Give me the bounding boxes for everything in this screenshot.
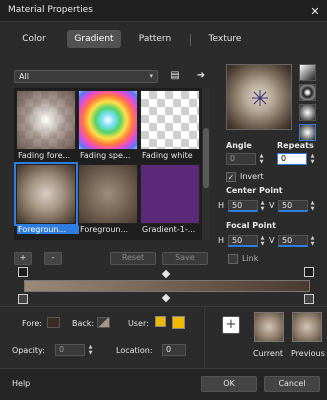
invert-label: Invert xyxy=(240,172,264,181)
user-color-swatch-2[interactable] xyxy=(172,316,185,329)
previous-swatch[interactable] xyxy=(292,312,322,342)
focal-point-label: Focal Point xyxy=(226,221,276,230)
user-label: User: xyxy=(128,319,149,328)
swatch-foreground-background[interactable]: Foregroun... xyxy=(14,162,79,234)
center-crosshair-icon[interactable] xyxy=(227,65,293,131)
center-v-label: V xyxy=(269,201,275,210)
swatch-gradient-1[interactable]: Gradient-1-... xyxy=(140,164,200,234)
center-h-label: H xyxy=(218,201,225,210)
swatch-label: Foregroun... xyxy=(80,225,129,234)
cancel-button[interactable]: Cancel xyxy=(264,376,320,392)
previous-label: Previous xyxy=(291,349,325,358)
focal-v-input[interactable]: 50 xyxy=(278,235,308,247)
scrollbar-thumb[interactable] xyxy=(203,128,209,188)
linear-style-button[interactable] xyxy=(299,64,316,81)
category-dropdown[interactable]: All ▾ xyxy=(14,70,158,83)
opacity-input[interactable]: 0 xyxy=(55,344,85,356)
tab-gradient[interactable]: Gradient xyxy=(67,30,121,48)
back-color-swatch[interactable] xyxy=(97,317,110,328)
category-value: All xyxy=(19,72,29,81)
repeats-input[interactable]: 0 xyxy=(277,153,307,165)
tab-color[interactable]: Color xyxy=(8,30,60,48)
gradient-stop-bottom-left[interactable] xyxy=(18,294,28,304)
title-bar: Material Properties ✕ xyxy=(0,0,327,22)
location-input[interactable]: 0 xyxy=(162,344,186,356)
gradient-bar[interactable] xyxy=(24,280,310,292)
current-label: Current xyxy=(253,349,284,358)
swatch-fading-white[interactable]: Fading white xyxy=(140,90,200,160)
tab-divider xyxy=(190,34,191,46)
opacity-label: Opacity: xyxy=(12,346,45,355)
ok-button[interactable]: OK xyxy=(201,376,257,392)
location-label: Location: xyxy=(116,346,153,355)
add-swatch-button[interactable]: + xyxy=(14,252,32,265)
help-link[interactable]: Help xyxy=(12,379,30,388)
add-current-button[interactable]: + xyxy=(222,316,240,334)
swatch-label: Fading white xyxy=(142,151,193,160)
fore-label: Fore: xyxy=(22,319,42,328)
tab-pattern[interactable]: Pattern xyxy=(128,30,182,48)
save-button[interactable]: Save xyxy=(162,252,208,265)
swatch-section-divider xyxy=(204,306,205,368)
gradient-stop-top-left[interactable] xyxy=(18,267,28,277)
gradient-swatch-grid: Fading fore... Fading spe... Fading whit… xyxy=(14,88,202,240)
chevron-down-icon: ▾ xyxy=(149,72,153,80)
focal-h-input[interactable]: 50 xyxy=(228,235,258,247)
link-label: Link xyxy=(242,254,259,263)
gradient-stop-bottom-right[interactable] xyxy=(304,294,314,304)
dialog-footer: Help OK Cancel xyxy=(0,368,327,400)
center-h-input[interactable]: 50 xyxy=(228,200,258,212)
swatch-label: Gradient-1-... xyxy=(142,225,196,234)
rectangular-style-button[interactable] xyxy=(299,84,316,101)
gradient-midpoint-top[interactable] xyxy=(161,269,171,279)
focal-v-stepper[interactable]: ▲ ▼ xyxy=(308,235,317,247)
angle-stepper[interactable]: ▲ ▼ xyxy=(257,153,266,165)
repeats-stepper[interactable]: ▲ ▼ xyxy=(308,153,317,165)
focal-v-label: V xyxy=(269,236,275,245)
tab-texture[interactable]: Texture xyxy=(198,30,252,48)
swatch-label: Foregroun... xyxy=(17,225,79,234)
invert-checkbox[interactable]: ✓ xyxy=(226,172,236,182)
center-v-stepper[interactable]: ▲ ▼ xyxy=(308,200,317,212)
folder-icon[interactable]: ▤ xyxy=(168,69,182,82)
back-label: Back: xyxy=(72,319,95,328)
close-icon[interactable]: ✕ xyxy=(303,0,327,22)
swatch-label: Fading fore... xyxy=(18,151,71,160)
swatch-label: Fading spe... xyxy=(80,151,131,160)
focal-h-label: H xyxy=(218,236,225,245)
gradient-midpoint-bottom[interactable] xyxy=(161,293,171,303)
reset-button[interactable]: Reset xyxy=(110,252,156,265)
gradient-preview xyxy=(226,64,292,130)
link-checkbox[interactable] xyxy=(228,254,238,264)
remove-swatch-button[interactable]: - xyxy=(44,252,62,265)
user-color-swatch-1[interactable] xyxy=(155,316,166,327)
gradient-stop-top-right[interactable] xyxy=(304,267,314,277)
arrow-right-icon[interactable]: ➜ xyxy=(194,69,208,82)
radial-style-button[interactable] xyxy=(299,124,316,141)
window-title: Material Properties xyxy=(8,5,93,15)
swatch-fading-fore[interactable]: Fading fore... xyxy=(16,90,76,160)
swatch-fading-spectrum[interactable]: Fading spe... xyxy=(78,90,138,160)
sunburst-style-button[interactable] xyxy=(299,104,316,121)
swatch-scrollbar[interactable] xyxy=(202,88,210,240)
angle-label: Angle xyxy=(226,141,252,150)
focal-h-stepper[interactable]: ▲ ▼ xyxy=(258,235,267,247)
opacity-stepper[interactable]: ▲ ▼ xyxy=(86,344,95,356)
section-divider xyxy=(0,306,327,307)
fore-color-swatch[interactable] xyxy=(47,317,60,328)
tab-bar: Color Gradient Pattern Texture xyxy=(0,30,327,52)
repeats-label: Repeats xyxy=(277,141,314,150)
angle-input[interactable]: 0 xyxy=(226,153,256,165)
center-h-stepper[interactable]: ▲ ▼ xyxy=(258,200,267,212)
center-v-input[interactable]: 50 xyxy=(278,200,308,212)
swatch-foreground-2[interactable]: Foregroun... xyxy=(78,164,138,234)
center-point-label: Center Point xyxy=(226,186,283,195)
current-swatch[interactable] xyxy=(254,312,284,342)
